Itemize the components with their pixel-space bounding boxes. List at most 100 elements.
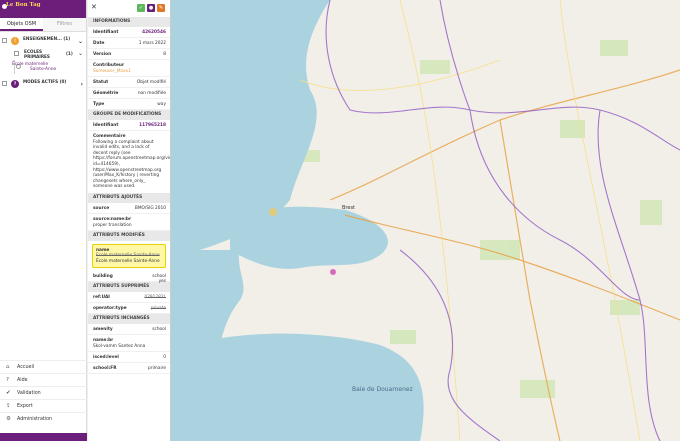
field-key: Identifiant <box>93 123 119 128</box>
field-changeset-id: Identifiant 117965218 <box>88 120 170 131</box>
feature-detail-panel: ✕ ✓ ● ✎ INFORMATIONS Identifiant 4262054… <box>88 0 171 441</box>
info-button[interactable]: ● <box>147 4 155 12</box>
contributor-link[interactable]: Someuser_Maxo1 <box>93 69 166 74</box>
field-value: Objet modifié <box>136 80 166 85</box>
tag-new-value: École maternelle Sainte-Anne <box>96 258 160 264</box>
nav-label: Accueil <box>17 365 35 370</box>
tag-value: Skol-vamm Santez Anna <box>93 344 146 350</box>
nav-administration[interactable]: ⚙ Administration <box>0 412 87 425</box>
tag-value: private <box>150 306 166 312</box>
detail-toolbar: ✕ ✓ ● ✎ <box>88 0 170 17</box>
section-attributs-ajoutes: ATTRIBUTS AJOUTÉS <box>88 192 170 203</box>
field-key: Identifiant <box>93 30 119 35</box>
nav-aide[interactable]: ? Aide <box>0 373 87 386</box>
tag-key: source <box>93 205 110 211</box>
field-key: Date <box>93 41 105 46</box>
help-icon: ? <box>6 377 9 383</box>
app-logo[interactable]: Le Bon Tag <box>6 2 41 9</box>
field-value: 1 mars 2022 <box>138 41 166 46</box>
tag-value: 0 <box>163 355 166 361</box>
group-checkbox[interactable] <box>2 38 7 43</box>
tag-row: amenity school <box>88 324 170 336</box>
field-identifiant: Identifiant 42620546 <box>88 27 170 38</box>
tag-row: school:FR primaire <box>88 363 170 375</box>
validate-button[interactable]: ✓ <box>137 4 145 12</box>
tag-key: source:name:br <box>93 216 132 222</box>
section-attributs-inchanges: ATTRIBUTS INCHANGÉS <box>88 314 170 325</box>
nav-label: Administration <box>17 417 53 422</box>
subgroup-label: ECOLES PRIMAIRES <box>24 49 50 59</box>
nav-export[interactable]: ⇪ Export <box>0 399 87 412</box>
selected-feature-marker <box>330 269 336 275</box>
field-value: 8 <box>163 52 166 57</box>
left-sidebar: Le Bon Tag Objets OSM Filtres ! ENSEIGNE… <box>0 0 87 441</box>
field-date: Date 1 mars 2022 <box>88 38 170 49</box>
brand-header: Le Bon Tag <box>0 0 86 18</box>
tab-filtres[interactable]: Filtres <box>43 18 86 31</box>
modified-tag-name: name Ecole maternelle Sainte-Anne École … <box>92 243 166 269</box>
tag-key: name:br <box>93 338 114 344</box>
tab-objets-osm[interactable]: Objets OSM <box>0 18 43 31</box>
tag-value: school yes <box>152 274 166 285</box>
tag-key: operator:type <box>93 306 127 312</box>
check-icon: ✔ <box>6 390 11 396</box>
warning-icon: ! <box>11 37 19 45</box>
field-type: Type way <box>88 99 170 110</box>
item-label[interactable]: École maternelle Sainte-Anne <box>4 62 64 72</box>
tag-row: source BMO/SIG 2010 <box>88 203 170 214</box>
tag-row: name:br Skol-vamm Santez Anna <box>88 335 170 353</box>
section-attributs-modifies: ATTRIBUTS MODIFIÉS <box>88 230 170 241</box>
section-groupe-modifications: GROUPE DE MODIFICATIONS <box>88 110 170 120</box>
sidebar-tabs: Objets OSM Filtres <box>0 18 86 32</box>
field-key: Type <box>93 102 105 107</box>
map-label-city: Brest <box>342 205 355 211</box>
field-key: Version <box>93 52 112 57</box>
subgroup-ecoles-primaires[interactable]: ECOLES PRIMAIRES (1) ⌄ <box>0 48 86 60</box>
field-statut: Statut Objet modifié <box>88 77 170 88</box>
tag-key: school:FR <box>93 366 117 372</box>
close-icon[interactable]: ✕ <box>91 3 97 11</box>
nav-accueil[interactable]: ⌂ Accueil <box>0 360 87 373</box>
list-item[interactable]: École maternelle Sainte-Anne <box>0 60 86 74</box>
sidebar-footer <box>0 433 87 441</box>
field-version: Version 8 <box>88 49 170 60</box>
group-modes-actifs[interactable]: ? MODES ACTIFS (0) › <box>0 78 86 91</box>
tag-key: amenity <box>93 327 113 333</box>
edit-button[interactable]: ✎ <box>157 4 165 12</box>
tag-row: operator:type private <box>88 303 170 315</box>
home-icon: ⌂ <box>6 364 10 370</box>
field-geometrie: Géométrie non modifiée <box>88 88 170 99</box>
group-label: MODES ACTIFS (0) <box>23 79 67 84</box>
subgroup-count: (1) <box>66 51 73 56</box>
tag-key: ref:UAI <box>93 295 110 301</box>
group-enseignement[interactable]: ! ENSEIGNEMEN... (1) ⌄ <box>0 35 86 48</box>
map-label-bay: Baie de Douarnenez <box>352 386 413 393</box>
comment-text: Following a complaint about invalid edit… <box>93 139 171 190</box>
question-icon: ? <box>11 80 19 88</box>
field-key: Géométrie <box>93 91 119 96</box>
field-value: non modifiée <box>137 91 166 96</box>
section-informations: INFORMATIONS <box>88 17 170 27</box>
tag-value: proper translation <box>93 222 132 228</box>
tag-row: ref:UAI 0291282L <box>88 292 170 304</box>
tag-value: primaire <box>147 366 166 372</box>
osm-id-link[interactable]: 42620546 <box>142 30 166 35</box>
gear-icon: ⚙ <box>6 416 11 422</box>
nav-label: Export <box>17 404 33 409</box>
tag-value: school <box>152 327 166 333</box>
tag-key: building <box>93 274 113 280</box>
tag-row: building school yes <box>88 271 170 285</box>
changeset-link[interactable]: 117965218 <box>139 123 166 128</box>
chevron-down-icon[interactable]: ⌄ <box>78 38 83 45</box>
tag-value: BMO/SIG 2010 <box>134 205 166 211</box>
field-key: Statut <box>93 80 109 85</box>
chevron-down-icon[interactable]: ⌄ <box>78 50 83 57</box>
tag-row: isced:level 0 <box>88 352 170 364</box>
group-checkbox[interactable] <box>2 81 7 86</box>
nav-validation[interactable]: ✔ Validation <box>0 386 87 399</box>
subgroup-checkbox[interactable] <box>14 51 19 56</box>
main-nav: ⌂ Accueil ? Aide ✔ Validation ⇪ Export ⚙… <box>0 360 87 425</box>
chevron-right-icon[interactable]: › <box>81 81 83 88</box>
tag-value: 0291282L <box>144 295 166 301</box>
field-contributeur: Contributeur Someuser_Maxo1 <box>88 60 170 77</box>
